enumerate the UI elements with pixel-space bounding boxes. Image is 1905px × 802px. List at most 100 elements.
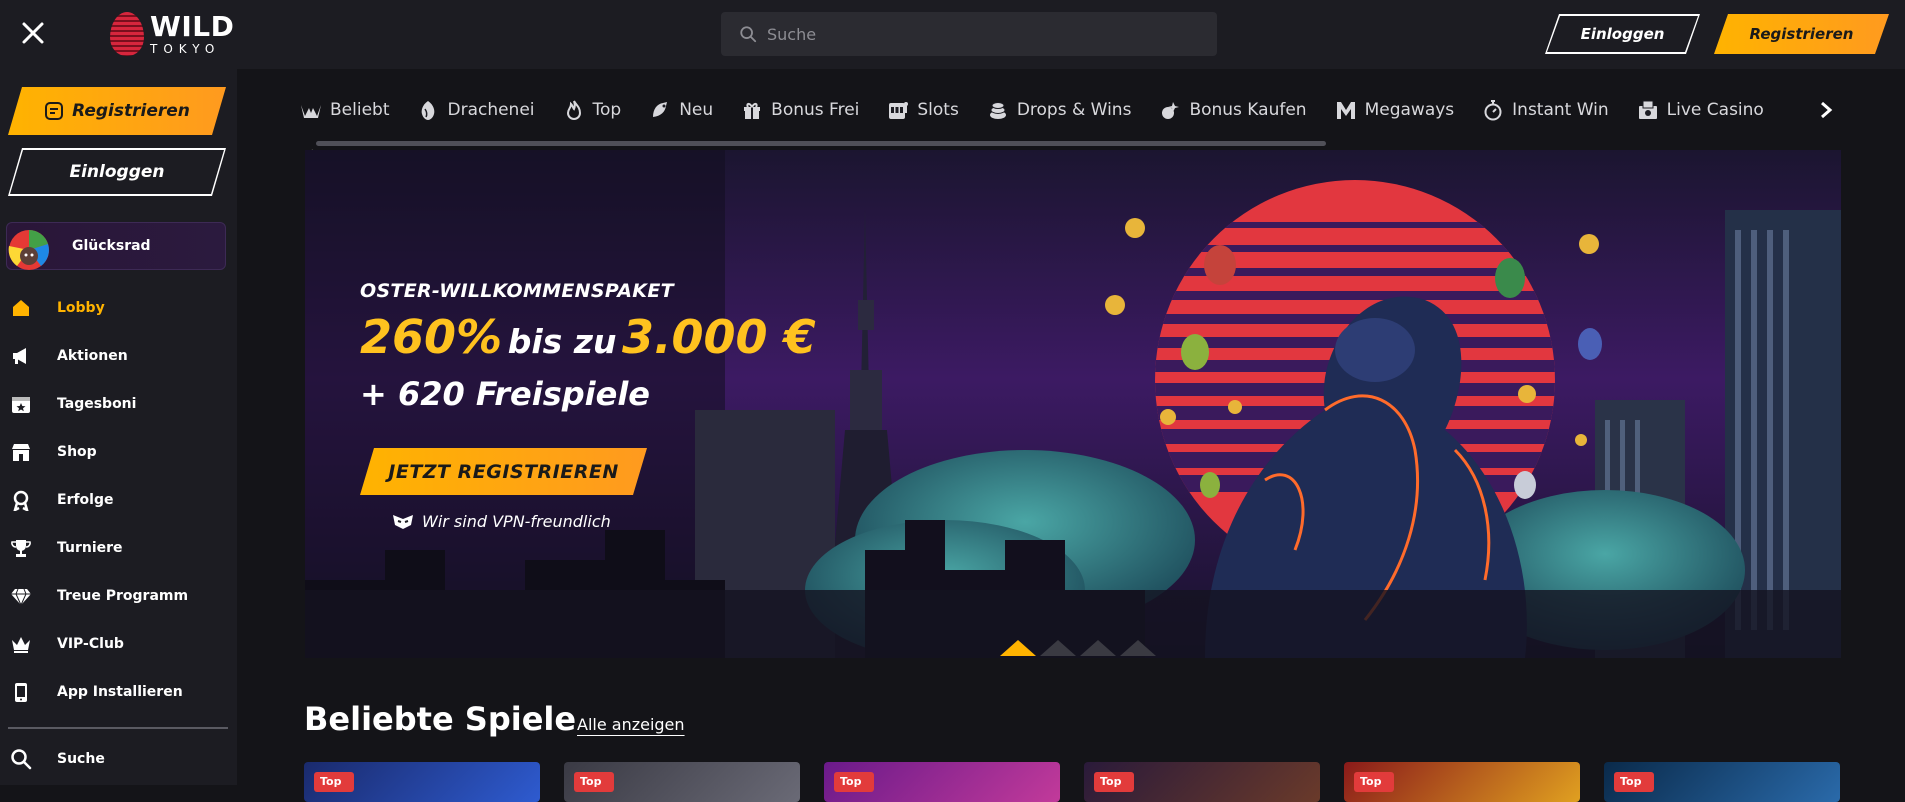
show-all-link[interactable]: Alle anzeigen: [577, 715, 685, 734]
header-login-button[interactable]: Einloggen: [1545, 14, 1700, 54]
flame-icon: [566, 100, 581, 120]
register-icon: [44, 101, 64, 121]
megaways-icon: [1336, 102, 1355, 119]
lucky-wheel-label: Glücksrad: [72, 238, 151, 254]
category-bonus-kaufen[interactable]: Bonus Kaufen: [1159, 99, 1307, 121]
sidebar-item-label: Tagesboni: [57, 396, 137, 412]
header-register-button[interactable]: Registrieren: [1714, 14, 1889, 54]
carousel-dot[interactable]: [1040, 640, 1076, 656]
category-drachenei[interactable]: Drachenei: [417, 99, 535, 121]
sidebar-item-treue-programm[interactable]: Treue Programm: [0, 572, 237, 620]
game-tile[interactable]: Top: [1604, 762, 1840, 802]
sidebar-item-label: Erfolge: [57, 492, 114, 508]
sidebar-item-app-installieren[interactable]: App Installieren: [0, 668, 237, 716]
gift-icon: [744, 103, 761, 119]
banner-register-button[interactable]: JETZT REGISTRIEREN: [360, 448, 647, 495]
megaphone-icon: [13, 348, 26, 364]
category-bonus-frei[interactable]: Bonus Frei: [741, 99, 859, 121]
category-label: Instant Win: [1512, 100, 1609, 120]
medal-icon: [13, 490, 29, 511]
category-label: Drachenei: [447, 100, 535, 120]
category-neu[interactable]: Neu: [649, 99, 713, 121]
logo-wild-text: WILD: [150, 10, 235, 43]
sidebar-item-label: Turniere: [57, 540, 123, 556]
sidebar-item-lobby[interactable]: Lobby: [0, 284, 237, 332]
lucky-wheel-button[interactable]: Glücksrad: [6, 222, 226, 270]
sidebar-login-label: Einloggen: [10, 150, 224, 194]
calendar-star-icon: [12, 397, 30, 413]
sidebar-nav: Lobby Aktionen Tagesboni Shop Erfolge Tu…: [0, 284, 237, 716]
vpn-note: Wir sind VPN-freundlich: [392, 512, 611, 531]
header-login-label: Einloggen: [1547, 16, 1698, 52]
sidebar-item-turniere[interactable]: Turniere: [0, 524, 237, 572]
sidebar-item-label: Treue Programm: [57, 588, 189, 604]
category-beliebt[interactable]: Beliebt: [300, 99, 389, 121]
top-badge: Top: [574, 772, 614, 792]
promo-percent: 260%: [360, 310, 503, 364]
search-icon: [740, 26, 757, 43]
shop-icon: [12, 444, 30, 461]
crown-w-icon: [301, 105, 321, 118]
category-label: Megaways: [1364, 100, 1455, 120]
logo-egg-icon: [110, 12, 144, 56]
drops-icon: [989, 102, 1006, 119]
sidebar-item-erfolge[interactable]: Erfolge: [0, 476, 237, 524]
banner-cta-label: JETZT REGISTRIEREN: [388, 460, 619, 483]
search-bar[interactable]: [721, 12, 1217, 56]
top-badge: Top: [834, 772, 874, 792]
category-slots[interactable]: Slots: [887, 99, 959, 121]
vpn-label: Wir sind VPN-freundlich: [422, 512, 611, 531]
section-title: Beliebte Spiele: [304, 700, 577, 738]
category-instant-win[interactable]: Instant Win: [1482, 99, 1609, 121]
close-icon: [22, 22, 44, 44]
sidebar: Registrieren Einloggen Glücksrad Lobby A…: [0, 69, 237, 785]
sidebar-register-label: Registrieren: [72, 101, 190, 121]
chevron-right-icon: [1821, 101, 1833, 119]
sidebar-item-shop[interactable]: Shop: [0, 428, 237, 476]
category-top[interactable]: Top: [563, 99, 622, 121]
category-bar: Beliebt Drachenei Top Neu Bonus Frei Slo…: [300, 90, 1840, 130]
search-input[interactable]: [767, 24, 1187, 44]
sidebar-divider: [8, 727, 228, 729]
trophy-icon: [11, 540, 31, 557]
logo[interactable]: WILD TOKYO: [110, 12, 234, 56]
sidebar-item-vip-club[interactable]: VIP-Club: [0, 620, 237, 668]
sidebar-item-tagesboni[interactable]: Tagesboni: [0, 380, 237, 428]
game-tile[interactable]: Top: [564, 762, 800, 802]
promo-freispiele: + 620 Freispiele: [360, 375, 650, 413]
carousel-dot[interactable]: [1080, 640, 1116, 656]
lucky-wheel-icon: [7, 222, 57, 270]
sidebar-item-label: VIP-Club: [57, 636, 124, 652]
promo-bis-zu: bis zu: [507, 322, 617, 361]
category-next-button[interactable]: [1816, 98, 1836, 122]
logo-tokyo-text: TOKYO: [150, 42, 221, 56]
header-register-label: Registrieren: [1749, 25, 1854, 43]
sidebar-item-aktionen[interactable]: Aktionen: [0, 332, 237, 380]
diamond-icon: [11, 588, 31, 607]
game-tile[interactable]: Top: [824, 762, 1060, 802]
carousel-dot[interactable]: [1120, 640, 1156, 656]
game-tile[interactable]: Top: [1344, 762, 1580, 802]
carousel-indicators: [1000, 640, 1156, 656]
bonus-buy-icon: [1162, 102, 1180, 119]
category-label: Top: [592, 100, 622, 120]
category-megaways[interactable]: Megaways: [1335, 99, 1455, 121]
sidebar-item-label: Lobby: [57, 300, 105, 316]
sidebar-item-label: Aktionen: [57, 348, 128, 364]
game-tile[interactable]: Top: [1084, 762, 1320, 802]
category-label: Bonus Frei: [771, 100, 860, 120]
category-label: Slots: [917, 100, 959, 120]
category-drops-wins[interactable]: Drops & Wins: [987, 99, 1131, 121]
dragon-egg-icon: [422, 101, 435, 120]
sidebar-item-suche[interactable]: Suche: [0, 735, 237, 783]
top-badge: Top: [314, 772, 354, 792]
category-scrollbar-thumb[interactable]: [316, 141, 1326, 146]
promo-banner[interactable]: OSTER-WILLKOMMENSPAKET 260% bis zu 3.000…: [305, 150, 1841, 658]
sidebar-login-button[interactable]: Einloggen: [8, 148, 226, 196]
close-menu-button[interactable]: [18, 18, 48, 48]
category-live-casino[interactable]: Live Casino: [1637, 99, 1764, 121]
carousel-dot[interactable]: [1000, 640, 1036, 656]
sidebar-register-button[interactable]: Registrieren: [8, 87, 226, 135]
top-bar: WILD TOKYO Einloggen Registrieren: [0, 0, 1905, 69]
game-tile[interactable]: Top: [304, 762, 540, 802]
